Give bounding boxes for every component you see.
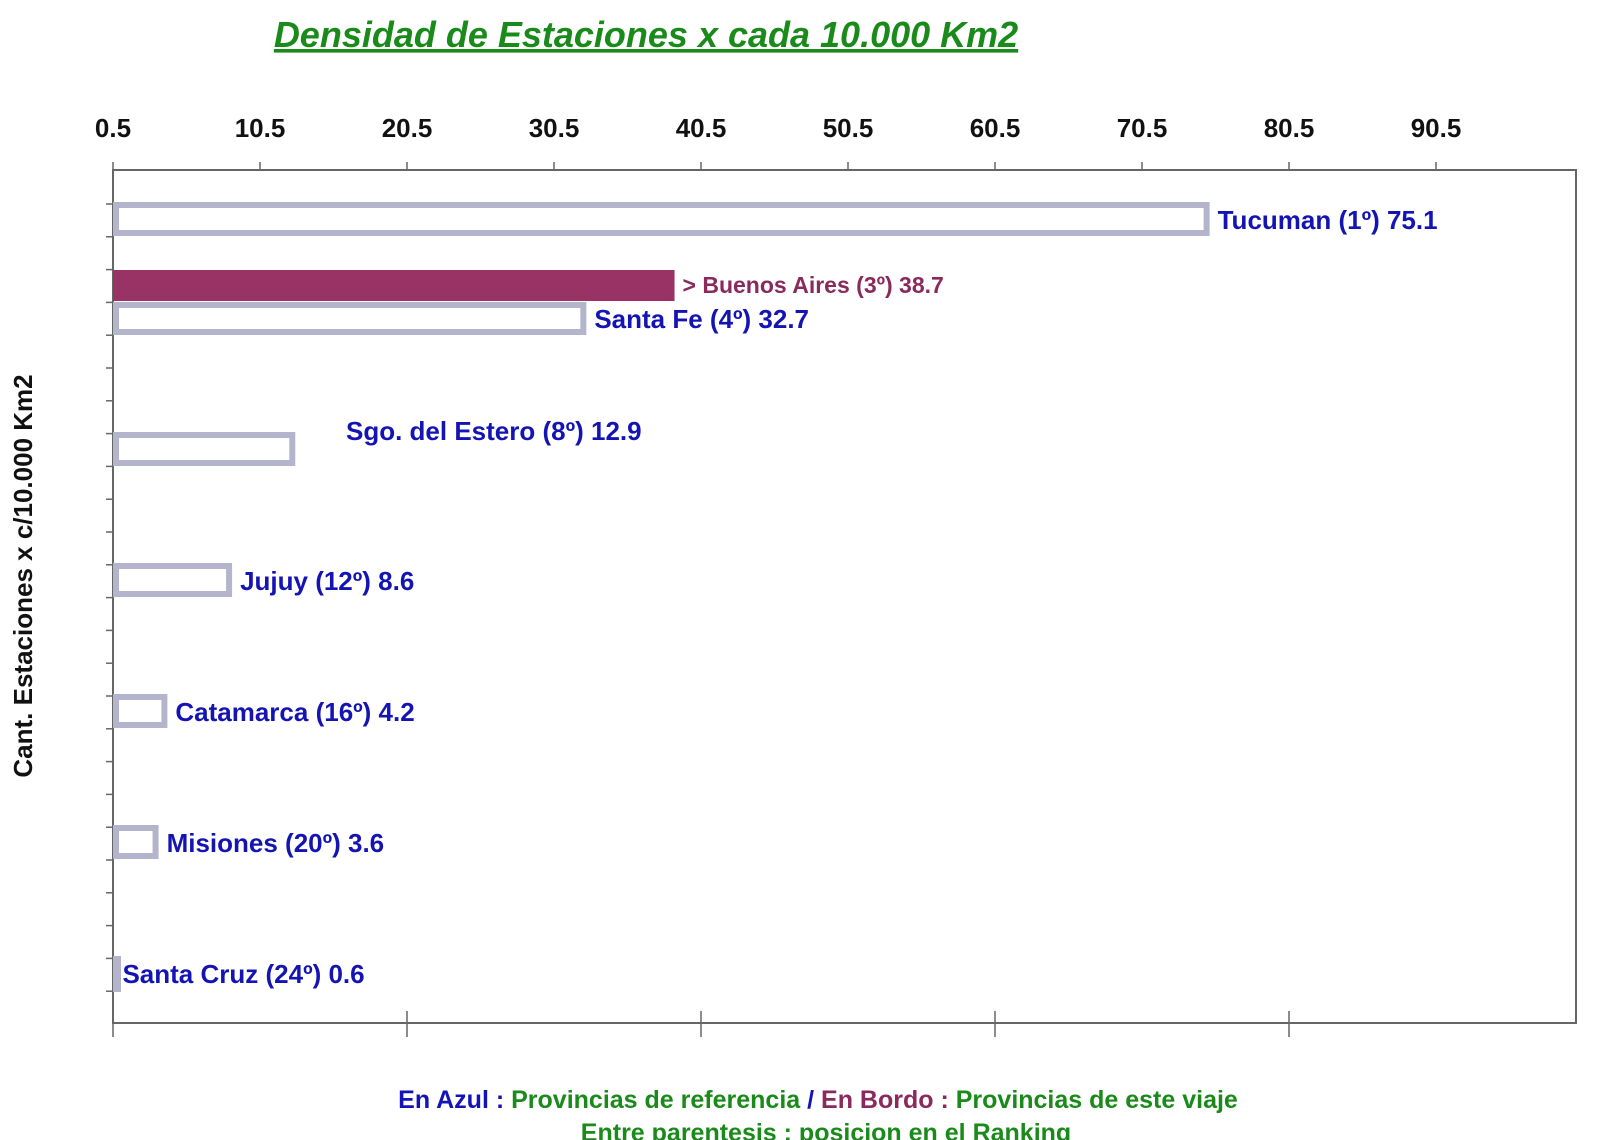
bar-label: Tucuman (1º) 75.1 xyxy=(1218,205,1438,235)
x-tick-label: 10.5 xyxy=(235,113,286,143)
bar-label: Misiones (20º) 3.6 xyxy=(167,828,385,858)
x-tick-label: 30.5 xyxy=(529,113,580,143)
legend-segment: : xyxy=(934,1086,956,1114)
x-tick-label: 50.5 xyxy=(823,113,874,143)
legend-segment: : xyxy=(489,1086,511,1114)
bar-buenos-aires xyxy=(113,270,675,301)
legend-line-2: Entre parentesis : posicion en el Rankin… xyxy=(581,1119,1071,1140)
x-tick-label: 80.5 xyxy=(1264,113,1315,143)
bar-label: Jujuy (12º) 8.6 xyxy=(240,566,414,596)
x-tick-label: 70.5 xyxy=(1117,113,1168,143)
bar-label: Santa Cruz (24º) 0.6 xyxy=(122,959,364,989)
x-tick-label: 40.5 xyxy=(676,113,727,143)
bar-santa-fe xyxy=(113,302,587,335)
legend-segment: Provincias de este viaje xyxy=(956,1086,1238,1114)
bar-label: Catamarca (16º) 4.2 xyxy=(175,697,414,727)
x-tick-label: 90.5 xyxy=(1411,113,1462,143)
chart-container: Densidad de Estaciones x cada 10.000 Km2… xyxy=(0,0,1600,1140)
bar-chart: Densidad de Estaciones x cada 10.000 Km2… xyxy=(8,14,1577,1140)
bar-sgo-del-estero xyxy=(113,432,296,466)
bar-label: Santa Fe (4º) 32.7 xyxy=(594,304,809,334)
x-tick-label: 0.5 xyxy=(95,113,131,143)
legend-segment: En Azul xyxy=(398,1086,489,1114)
bar-label: > Buenos Aires (3º) 38.7 xyxy=(683,272,944,298)
bar-misiones xyxy=(113,825,159,859)
y-axis-label: Cant. Estaciones x c/10.000 Km2 xyxy=(8,374,38,777)
bar-santa-cruz xyxy=(113,956,121,992)
bar-catamarca xyxy=(113,694,168,728)
legend-segment: Provincias de referencia xyxy=(511,1086,801,1114)
x-tick-label: 20.5 xyxy=(382,113,433,143)
legend-segment: En Bordo xyxy=(821,1086,934,1114)
chart-title: Densidad de Estaciones x cada 10.000 Km2 xyxy=(274,14,1018,55)
x-tick-label: 60.5 xyxy=(970,113,1021,143)
bar-jujuy xyxy=(113,563,233,597)
legend-line-1: En Azul : Provincias de referencia / En … xyxy=(398,1086,1238,1114)
legend-segment: / xyxy=(800,1086,821,1114)
bar-label: Sgo. del Estero (8º) 12.9 xyxy=(346,416,642,446)
y-axis-minor-ticks xyxy=(106,203,113,992)
bar-tucuman xyxy=(113,202,1210,236)
